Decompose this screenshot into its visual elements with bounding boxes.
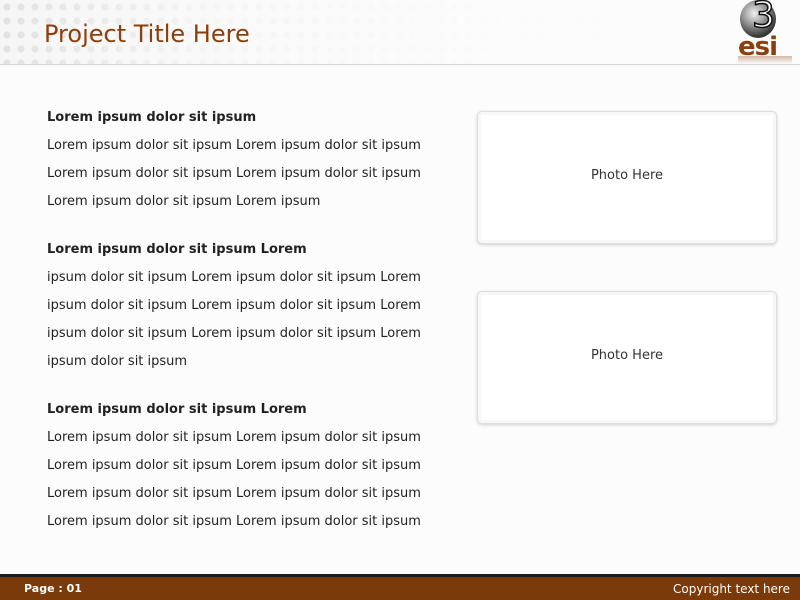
section-line: Lorem ipsum dolor sit ipsum Lorem ipsum … [47, 458, 421, 473]
footer-bar: Page : 01 Copyright text here [0, 574, 800, 600]
section-heading: Lorem ipsum dolor sit ipsum Lorem [47, 402, 307, 417]
body-text: Lorem ipsum dolor sit ipsum Lorem ipsum … [47, 104, 447, 556]
section-line: Lorem ipsum dolor sit ipsum Lorem ipsum … [47, 514, 421, 529]
section-line: Lorem ipsum dolor sit ipsum Lorem ipsum … [47, 486, 421, 501]
photo-label: Photo Here [590, 348, 664, 363]
page-number: Page : 01 [24, 582, 82, 595]
text-section: Lorem ipsum dolor sit ipsum Lorem ipsum … [47, 104, 447, 216]
page-title: Project Title Here [44, 20, 250, 48]
section-line: Lorem ipsum dolor sit ipsum Lorem ipsum … [47, 138, 421, 153]
text-section: Lorem ipsum dolor sit ipsum Lorem Lorem … [47, 396, 447, 536]
section-heading: Lorem ipsum dolor sit ipsum [47, 110, 257, 125]
section-line: ipsum dolor sit ipsum Lorem ipsum dolor … [47, 270, 421, 285]
slide: Project Title Here 3 esi Lorem ipsum dol… [0, 0, 800, 600]
text-section: Lorem ipsum dolor sit ipsum Lorem ipsum … [47, 236, 447, 376]
section-line: ipsum dolor sit ipsum Lorem ipsum dolor … [47, 298, 421, 313]
logo-digit: 3 [751, 0, 775, 36]
section-line: Lorem ipsum dolor sit ipsum Lorem ipsum [47, 194, 321, 209]
photo-label: Photo Here [590, 168, 664, 183]
photo-placeholder-2[interactable]: Photo Here [477, 291, 777, 424]
section-line: Lorem ipsum dolor sit ipsum Lorem ipsum … [47, 430, 421, 445]
photo-placeholder-1[interactable]: Photo Here [477, 111, 777, 244]
section-line: ipsum dolor sit ipsum Lorem ipsum dolor … [47, 326, 421, 341]
section-heading: Lorem ipsum dolor sit ipsum Lorem [47, 242, 307, 257]
copyright-text: Copyright text here [673, 582, 790, 596]
section-line: ipsum dolor sit ipsum [47, 354, 188, 369]
esi-logo: 3 esi [738, 0, 792, 64]
section-line: Lorem ipsum dolor sit ipsum Lorem ipsum … [47, 166, 421, 181]
